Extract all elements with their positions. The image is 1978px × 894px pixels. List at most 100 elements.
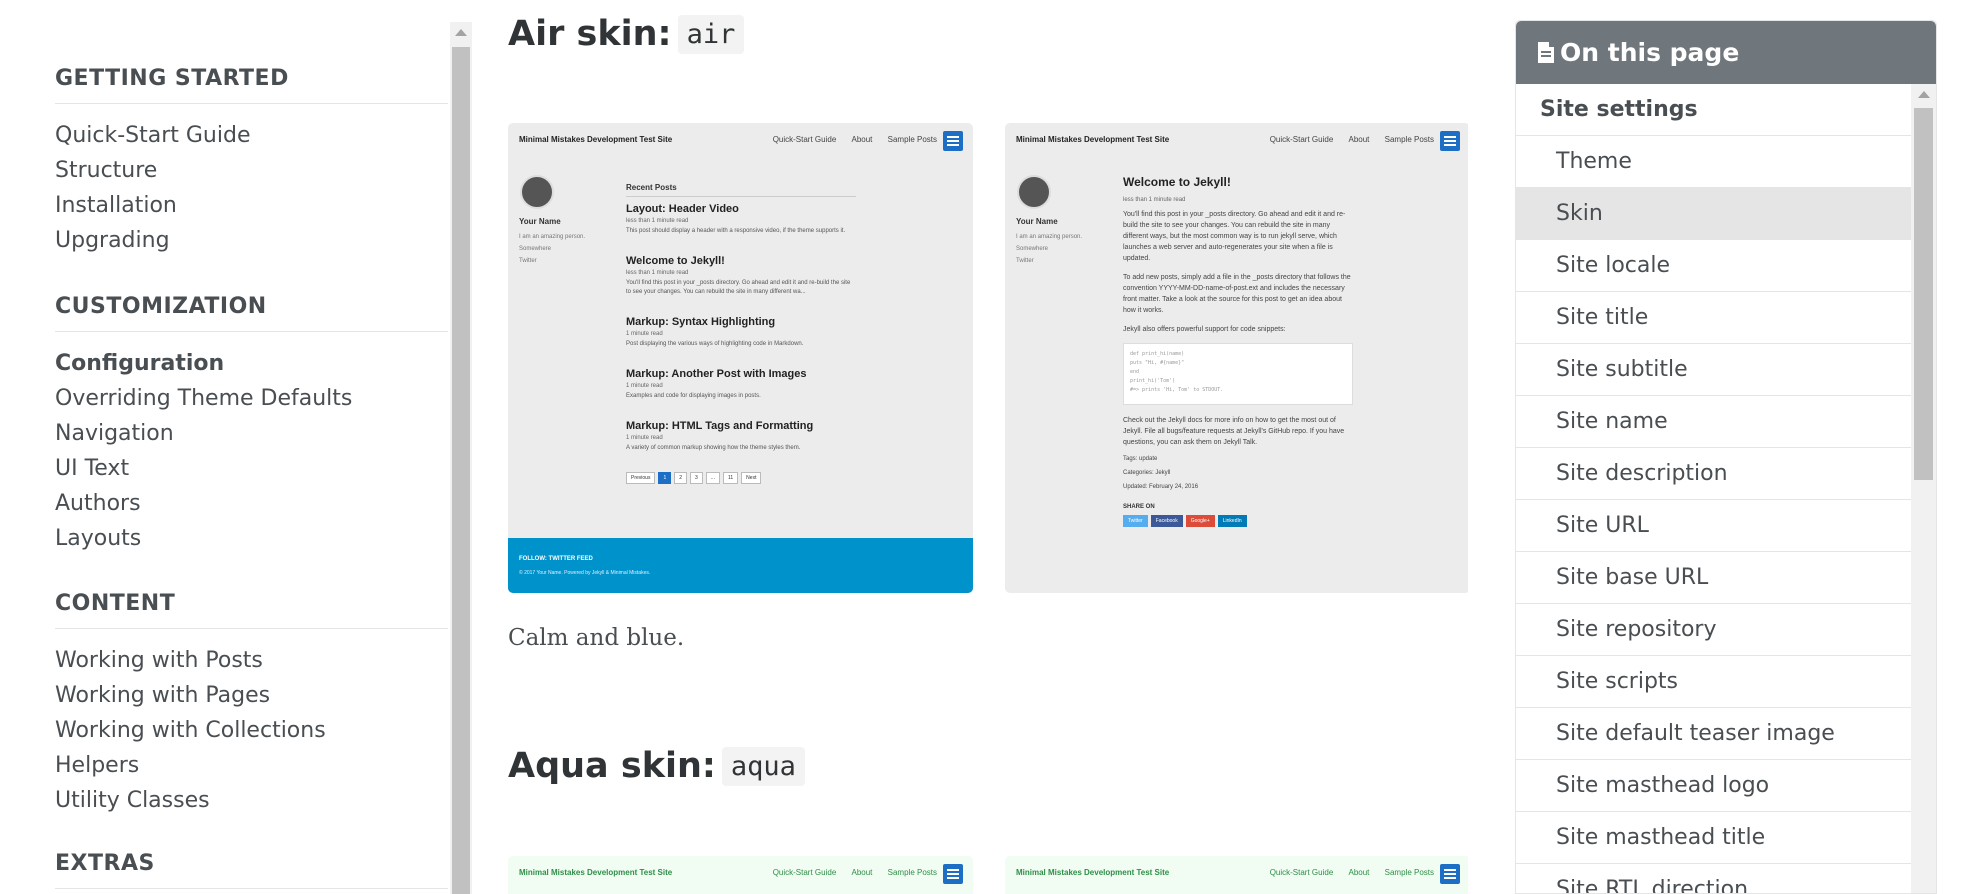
nav-section-extras: EXTRAS (55, 851, 448, 889)
toc-item-site-masthead-logo[interactable]: Site masthead logo (1516, 760, 1912, 812)
mock-post-meta: 1 minute read (626, 331, 663, 337)
mock-article-paragraph: Jekyll also offers powerful support for … (1123, 326, 1286, 333)
sidebar-item-quick-start-guide[interactable]: Quick-Start Guide (55, 118, 448, 153)
mock-share-google: Google+ (1185, 515, 1215, 527)
mock-nav: Quick-Start Guide About Sample Posts (760, 868, 937, 877)
toc-scrollbar[interactable] (1911, 84, 1936, 893)
toc-item-site-description[interactable]: Site description (1516, 448, 1912, 500)
mock-post-list: Recent Posts Layout: Header Video less th… (626, 183, 856, 484)
mock-menu-icon (943, 864, 963, 884)
mock-nav-item: Quick-Start Guide (772, 868, 837, 877)
mock-author-name: Your Name (1016, 217, 1058, 226)
sidebar-item-navigation[interactable]: Navigation (55, 416, 448, 451)
aqua-skin-heading: Aqua skin: aqua (508, 746, 805, 786)
mock-code-line: #=> prints 'Hi, Tom' to STDOUT. (1130, 387, 1224, 393)
mock-post-meta: less than 1 minute read (626, 218, 689, 224)
heading-text: Aqua skin: (508, 746, 716, 786)
mock-site-title: Minimal Mistakes Development Test Site (519, 135, 673, 144)
nav-section-getting-started: GETTING STARTED Quick-Start Guide Struct… (55, 66, 448, 258)
mock-pager-item: ... (705, 472, 720, 484)
sidebar-item-authors[interactable]: Authors (55, 486, 448, 521)
table-of-contents: On this page Site settings Theme Skin Si… (1515, 20, 1937, 894)
mock-article-paragraph: You'll find this post in your _posts dir… (1123, 211, 1346, 262)
mock-pager-item: 2 (674, 472, 688, 484)
mock-post-meta: 1 minute read (626, 383, 663, 389)
mock-site-title: Minimal Mistakes Development Test Site (1016, 135, 1170, 144)
mock-nav-item: About (851, 135, 873, 144)
mock-post-title: Markup: Another Post with Images (626, 368, 807, 380)
sidebar-item-working-with-posts[interactable]: Working with Posts (55, 643, 448, 678)
mock-footer-follow: FOLLOW: TWITTER FEED (519, 556, 593, 562)
toc-item-site-scripts[interactable]: Site scripts (1516, 656, 1912, 708)
toc-item-site-repository[interactable]: Site repository (1516, 604, 1912, 656)
mock-post-title: Layout: Header Video (626, 203, 739, 215)
mock-footer: FOLLOW: TWITTER FEED © 2017 Your Name. P… (508, 538, 973, 593)
sidebar-item-utility-classes[interactable]: Utility Classes (55, 783, 448, 818)
mock-code-line: end (1130, 369, 1140, 375)
sidebar-item-ui-text[interactable]: UI Text (55, 451, 448, 486)
sidebar-item-layouts[interactable]: Layouts (55, 521, 448, 556)
air-skin-home-screenshot: Minimal Mistakes Development Test Site Q… (508, 123, 973, 593)
mock-site-title: Minimal Mistakes Development Test Site (519, 868, 673, 877)
air-skin-heading: Air skin: air (508, 14, 745, 54)
mock-pager-item: 3 (690, 472, 703, 484)
mock-post-meta: less than 1 minute read (626, 270, 689, 276)
toc-item-site-default-teaser-image[interactable]: Site default teaser image (1516, 708, 1912, 760)
mock-author-twitter: Twitter (1016, 258, 1034, 264)
toc-item-site-name[interactable]: Site name (1516, 396, 1912, 448)
toc-item-skin[interactable]: Skin (1516, 188, 1912, 240)
toc-item-site-base-url[interactable]: Site base URL (1516, 552, 1912, 604)
sidebar-item-structure[interactable]: Structure (55, 153, 448, 188)
mock-share-buttons: Twitter Facebook Google+ LinkedIn (1123, 515, 1353, 527)
mock-post: Markup: Syntax Highlighting 1 minute read… (626, 316, 856, 349)
mock-article-paragraph: Check out the Jekyll docs for more info … (1123, 417, 1345, 446)
mock-post-excerpt: A variety of common markup showing how t… (626, 445, 801, 451)
scroll-up-arrow-icon[interactable] (455, 29, 467, 36)
sidebar-item-configuration[interactable]: Configuration (55, 346, 448, 381)
toc-item-site-url[interactable]: Site URL (1516, 500, 1912, 552)
sidebar-item-working-with-collections[interactable]: Working with Collections (55, 713, 448, 748)
sidebar-item-installation[interactable]: Installation (55, 188, 448, 223)
mock-nav-item: Sample Posts (887, 135, 937, 144)
mock-masthead: Minimal Mistakes Development Test Site Q… (1005, 856, 1468, 892)
sidebar-item-helpers[interactable]: Helpers (55, 748, 448, 783)
mock-post-excerpt: This post should display a header with a… (626, 228, 846, 234)
mock-menu-icon (943, 131, 963, 151)
toc-item-site-title[interactable]: Site title (1516, 292, 1912, 344)
mock-code-line: def print_hi(name) (1130, 351, 1185, 357)
mock-site-title: Minimal Mistakes Development Test Site (1016, 868, 1170, 877)
scroll-up-arrow-icon[interactable] (1918, 91, 1930, 98)
mock-nav-item: Quick-Start Guide (772, 135, 837, 144)
mock-post-title: Markup: HTML Tags and Formatting (626, 420, 814, 432)
sidebar-item-overriding-theme-defaults[interactable]: Overriding Theme Defaults (55, 381, 448, 416)
mock-nav: Quick-Start Guide About Sample Posts (760, 135, 937, 144)
toc-item-theme[interactable]: Theme (1516, 136, 1912, 188)
toc-section-site-settings[interactable]: Site settings (1516, 84, 1912, 136)
sidebar-scrollbar[interactable] (450, 22, 472, 894)
mock-code-block: def print_hi(name) puts "Hi, #{name}" en… (1123, 343, 1353, 405)
toc-item-site-masthead-title[interactable]: Site masthead title (1516, 812, 1912, 864)
mock-masthead: Minimal Mistakes Development Test Site Q… (1005, 123, 1468, 159)
mock-nav-item: About (851, 868, 873, 877)
mock-nav: Quick-Start Guide About Sample Posts (1257, 868, 1434, 877)
toc-item-site-subtitle[interactable]: Site subtitle (1516, 344, 1912, 396)
aqua-skin-home-screenshot: Minimal Mistakes Development Test Site Q… (508, 856, 973, 894)
nav-section-title: EXTRAS (55, 851, 448, 889)
scrollbar-thumb[interactable] (1914, 108, 1933, 480)
nav-section-title: CONTENT (55, 591, 448, 629)
mock-nav-item: Quick-Start Guide (1269, 135, 1334, 144)
toc-item-site-locale[interactable]: Site locale (1516, 240, 1912, 292)
mock-post-excerpt: You'll find this post in your _posts dir… (626, 280, 851, 295)
mock-post-title: Welcome to Jekyll! (626, 255, 725, 267)
toc-header: On this page (1516, 21, 1936, 84)
nav-section-customization: CUSTOMIZATION Configuration Overriding T… (55, 294, 448, 556)
scrollbar-thumb[interactable] (452, 47, 470, 894)
mock-tags: Tags: update (1123, 456, 1158, 462)
heading-code: aqua (721, 747, 805, 786)
sidebar-item-working-with-pages[interactable]: Working with Pages (55, 678, 448, 713)
nav-section-content: CONTENT Working with Posts Working with … (55, 591, 448, 818)
mock-pager-item: Next (741, 472, 762, 484)
aqua-skin-post-screenshot: Minimal Mistakes Development Test Site Q… (1005, 856, 1468, 894)
sidebar-item-upgrading[interactable]: Upgrading (55, 223, 448, 258)
toc-item-site-rtl-direction[interactable]: Site RTL direction (1516, 864, 1912, 893)
